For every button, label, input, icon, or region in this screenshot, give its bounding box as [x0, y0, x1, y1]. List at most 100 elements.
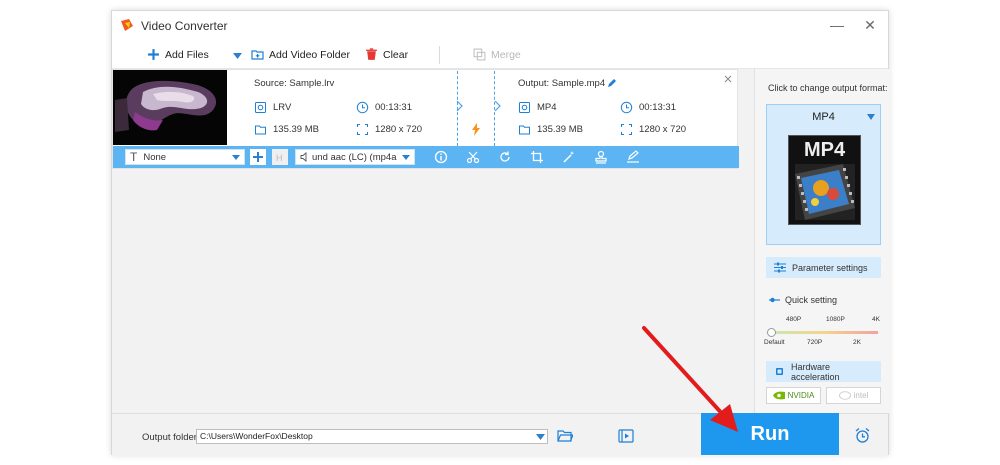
chevron-down-icon: [867, 114, 875, 120]
format-icon: [255, 102, 266, 113]
scale-label-480p: 480P: [786, 316, 802, 323]
clear-label: Clear: [383, 48, 409, 61]
source-resolution-value: 1280 x 720: [375, 124, 423, 135]
trash-icon: [366, 48, 377, 60]
mp4-format-icon: MP4: [788, 135, 861, 225]
speaker-icon: [300, 152, 307, 162]
toolbar-divider: [439, 46, 440, 64]
plus-icon: [148, 49, 159, 60]
merge-label: Merge: [491, 48, 521, 61]
quick-setting-title: Quick setting: [769, 295, 837, 305]
quality-slider-track[interactable]: [770, 331, 878, 334]
toolbar: Add Files Add Video Folder Clear Merge: [112, 42, 888, 69]
minimize-button[interactable]: —: [829, 17, 845, 33]
film-balloon-image: [795, 164, 855, 220]
chevron-down-icon: [402, 155, 410, 160]
mp4-badge-text: MP4: [803, 139, 846, 161]
crop-icon[interactable]: [530, 150, 544, 164]
output-folder-dropdown-icon[interactable]: [536, 434, 545, 440]
scale-label-2k: 2K: [853, 339, 861, 346]
source-resolution: 1280 x 720: [356, 123, 422, 136]
output-format: MP4: [518, 101, 557, 114]
selected-format-name: MP4: [812, 111, 835, 123]
add-files-label: Add Files: [165, 48, 209, 61]
scale-label-4k: 4K: [872, 316, 880, 323]
merge-button[interactable]: Merge: [473, 48, 521, 61]
file-card[interactable]: Source: Sample.lrv LRV 00:13:31 135.39 M…: [112, 69, 739, 169]
clear-button[interactable]: Clear: [365, 48, 408, 61]
video-thumbnail[interactable]: [113, 70, 227, 145]
parameter-settings-button[interactable]: Parameter settings: [766, 257, 881, 278]
source-format: LRV: [254, 101, 291, 114]
intel-label: intel: [853, 391, 869, 400]
output-folder-path-field[interactable]: C:\Users\WonderFox\Desktop: [196, 429, 548, 444]
subtitle-settings-icon[interactable]: H: [272, 149, 288, 165]
output-size-value: 135.39 MB: [537, 124, 583, 135]
hardware-acceleration-button[interactable]: Hardware acceleration: [766, 361, 881, 382]
source-filename: Source: Sample.lrv: [254, 78, 335, 89]
output-format-panel: Click to change output format: MP4 MP4 P…: [754, 69, 890, 413]
output-size: 135.39 MB: [518, 123, 583, 136]
scale-label-720p: 720P: [807, 339, 823, 346]
window-title: Video Converter: [141, 19, 228, 33]
edit-pencil-icon[interactable]: [607, 78, 617, 88]
subtitle-dropdown[interactable]: T None: [125, 149, 245, 165]
edit-toolbar: T None H und aac (LC) (mp4a: [113, 146, 739, 168]
source-size-value: 135.39 MB: [273, 124, 319, 135]
source-format-value: LRV: [273, 102, 292, 113]
rotate-icon[interactable]: [498, 150, 512, 164]
add-video-folder-label: Add Video Folder: [269, 48, 350, 61]
nvidia-toggle[interactable]: NVIDIA: [766, 387, 821, 404]
thumbnail-image: [113, 70, 227, 145]
annotation-arrow-icon: [642, 326, 738, 432]
text-icon: T: [130, 150, 138, 164]
subtitle-edit-icon[interactable]: [626, 150, 640, 164]
svg-text:H: H: [276, 153, 283, 163]
add-files-button[interactable]: Add Files: [147, 48, 209, 61]
intel-logo-icon: [838, 391, 851, 400]
remove-file-icon[interactable]: [724, 75, 732, 83]
watermark-stamp-icon[interactable]: [594, 150, 608, 164]
chip-icon: [776, 368, 783, 375]
info-icon[interactable]: [434, 150, 448, 164]
format-icon: [519, 102, 530, 113]
scale-label-1080p: 1080P: [826, 316, 845, 323]
nvidia-eye-icon: [772, 391, 785, 400]
resolution-icon: [357, 124, 368, 135]
merge-icon: [473, 48, 486, 61]
folder-icon: [519, 125, 530, 135]
clock-icon: [620, 101, 633, 114]
scissors-icon[interactable]: [466, 150, 480, 164]
quick-setting-label: Quick setting: [785, 295, 838, 305]
output-format-selector[interactable]: MP4 MP4: [766, 104, 881, 245]
folder-plus-icon: [251, 50, 264, 60]
lightning-icon[interactable]: [471, 123, 481, 136]
alarm-clock-icon[interactable]: [854, 427, 871, 444]
chevron-down-icon: [232, 155, 240, 160]
output-duration-value: 00:13:31: [639, 102, 676, 113]
chevron-right-icon: [456, 100, 463, 112]
add-subtitle-button[interactable]: [250, 149, 266, 165]
add-files-dropdown-icon[interactable]: [233, 53, 242, 59]
audio-track-dropdown[interactable]: und aac (LC) (mp4a: [295, 149, 415, 165]
output-folder-label: Output folder:: [142, 432, 200, 443]
quality-slider-thumb[interactable]: [767, 328, 776, 337]
sliders-icon: [774, 262, 786, 273]
slider-icon: [769, 297, 780, 303]
hardware-acceleration-label: Hardware acceleration: [791, 361, 840, 382]
chevron-right-icon: [494, 100, 501, 112]
effects-wand-icon[interactable]: [562, 150, 576, 164]
resolution-icon: [621, 124, 632, 135]
parameter-settings-label: Parameter settings: [792, 262, 868, 273]
open-folder-icon[interactable]: [557, 429, 573, 443]
add-video-folder-button[interactable]: Add Video Folder: [251, 48, 350, 61]
app-logo-icon: [121, 19, 133, 31]
subtitle-value: None: [143, 151, 167, 163]
source-duration-value: 00:13:31: [375, 102, 412, 113]
output-duration: 00:13:31: [620, 101, 676, 114]
output-resolution-value: 1280 x 720: [639, 124, 687, 135]
source-duration: 00:13:31: [356, 101, 412, 114]
intel-toggle[interactable]: intel: [826, 387, 881, 404]
close-button[interactable]: ✕: [862, 17, 878, 33]
folder-icon: [255, 125, 266, 135]
